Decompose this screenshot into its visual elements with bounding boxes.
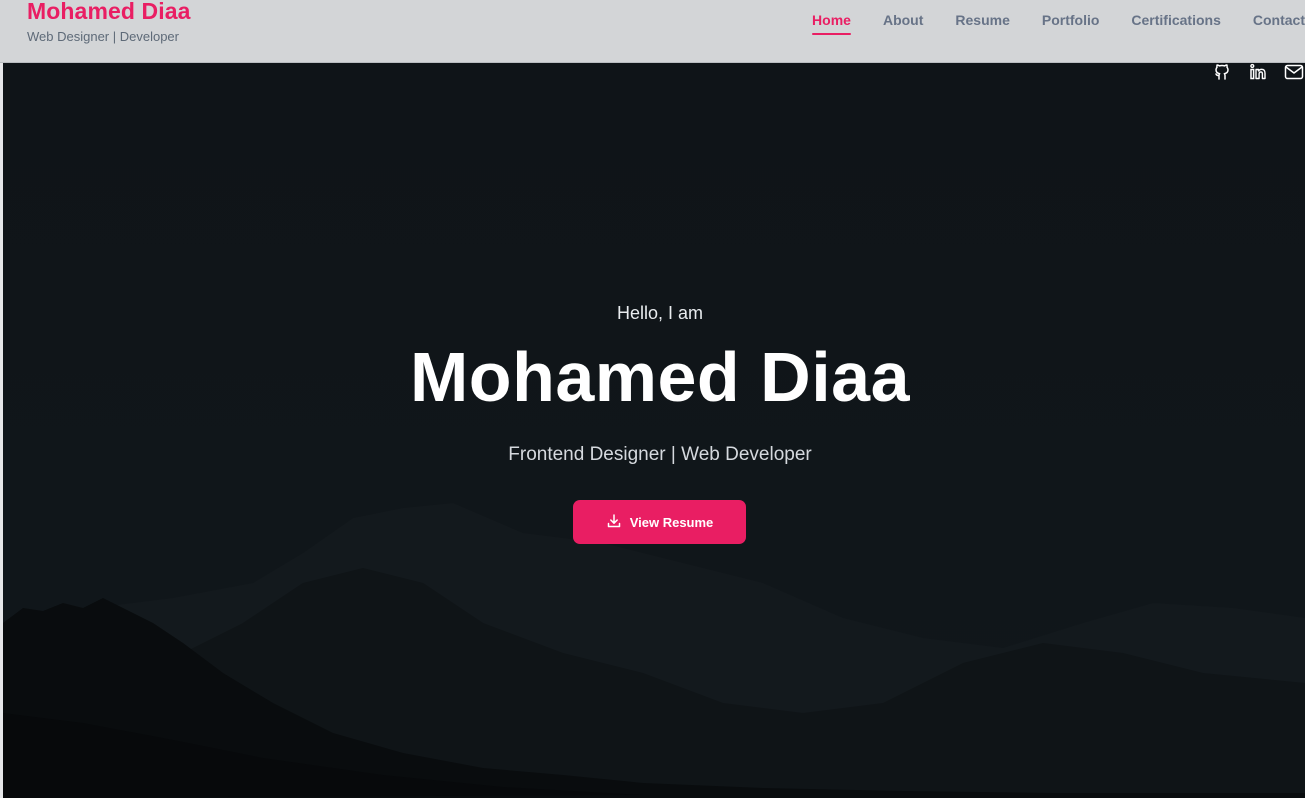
brand-tagline: Web Designer | Developer xyxy=(27,29,179,44)
nav-item-resume[interactable]: Resume xyxy=(955,12,1009,34)
social-links xyxy=(1211,63,1305,81)
site-header: Mohamed Diaa Web Designer | Developer Ho… xyxy=(0,0,1305,63)
nav-item-contact[interactable]: Contact xyxy=(1253,12,1305,34)
nav-item-certifications[interactable]: Certifications xyxy=(1131,12,1220,34)
view-resume-button[interactable]: View Resume xyxy=(573,500,746,544)
view-resume-label: View Resume xyxy=(629,514,714,530)
brand-name[interactable]: Mohamed Diaa xyxy=(27,0,191,25)
page: Mohamed Diaa Web Designer | Developer Ho… xyxy=(0,0,1305,798)
hero-section: Hello, I am Mohamed Diaa Frontend Design… xyxy=(3,63,1305,798)
mail-icon[interactable] xyxy=(1283,63,1305,81)
hero-greeting: Hello, I am xyxy=(616,303,704,323)
hero-name: Mohamed Diaa xyxy=(410,338,910,416)
nav-item-about[interactable]: About xyxy=(883,12,923,34)
nav-item-home[interactable]: Home xyxy=(812,12,851,35)
nav-item-portfolio[interactable]: Portfolio xyxy=(1042,12,1100,34)
download-icon xyxy=(606,513,622,532)
hero-content: Hello, I am Mohamed Diaa Frontend Design… xyxy=(3,63,1305,798)
hero-role: Frontend Designer | Web Developer xyxy=(508,444,812,465)
github-icon[interactable] xyxy=(1211,63,1233,81)
main-nav: Home About Resume Portfolio Certificatio… xyxy=(780,12,1305,36)
linkedin-icon[interactable] xyxy=(1247,63,1269,81)
